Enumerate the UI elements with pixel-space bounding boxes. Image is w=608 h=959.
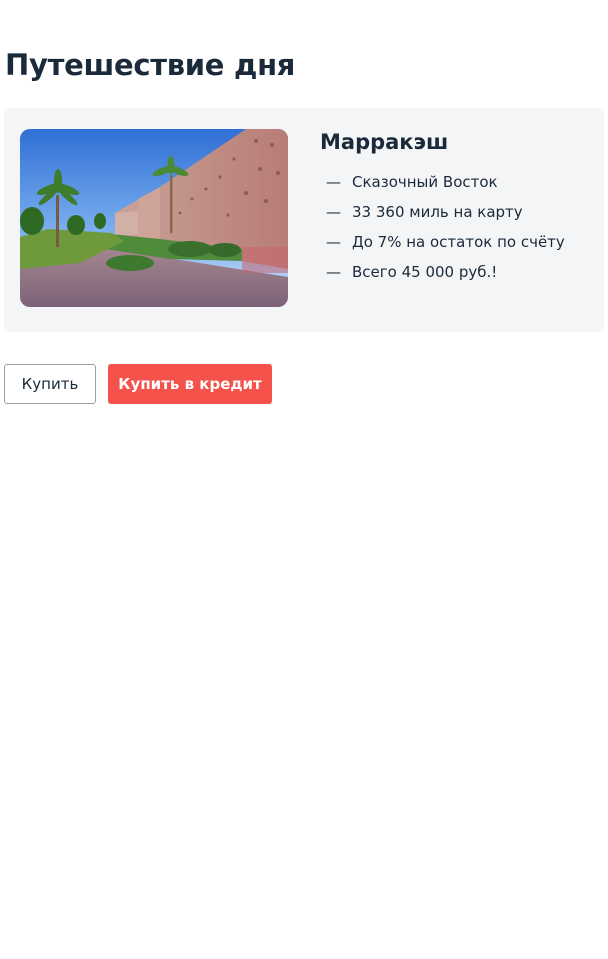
feature-text: Сказочный Восток <box>352 173 498 191</box>
list-item: — Сказочный Восток <box>326 170 565 200</box>
offer-image <box>20 129 288 307</box>
offer-features-list: — Сказочный Восток —33 360 миль на карту … <box>326 170 565 290</box>
dash-bullet: — <box>326 203 341 221</box>
page: Путешествие дня Марракэш — Сказочный Вос… <box>0 0 608 959</box>
list-item: — До 7% на остаток по счёту <box>326 230 565 260</box>
buy-button[interactable]: Купить <box>4 364 96 404</box>
feature-text: Всего 45 000 руб.! <box>352 263 498 281</box>
list-item: — Всего 45 000 руб.! <box>326 260 565 290</box>
feature-text: 33 360 миль на карту <box>352 203 523 221</box>
page-title: Путешествие дня <box>5 48 296 82</box>
dash-bullet: — <box>326 233 341 251</box>
list-item: — 33 360 миль на карту <box>326 200 565 230</box>
feature-text: До 7% на остаток по счёту <box>352 233 565 251</box>
offer-title: Марракэш <box>320 130 449 154</box>
dash-bullet: — <box>326 263 341 281</box>
offer-card: Марракэш — Сказочный Восток — 33 360 миль … <box>4 108 604 332</box>
dash-bullet: — <box>326 173 341 191</box>
buy-on-credit-button[interactable]: Купить в кредит <box>108 364 272 404</box>
